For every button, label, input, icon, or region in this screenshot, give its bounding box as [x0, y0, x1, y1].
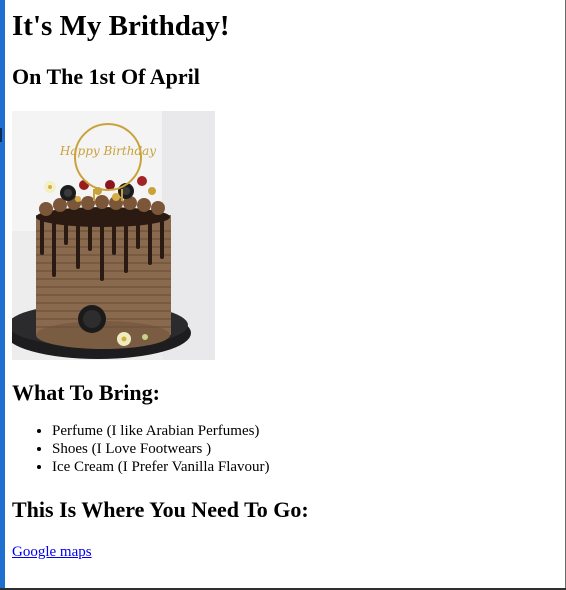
where-to-go-heading: This Is Where You Need To Go:	[12, 497, 309, 522]
cake-topper-text: Happy Birthday	[59, 144, 156, 158]
window-left-edge	[0, 0, 5, 590]
page-title: It's My Brithday!	[12, 10, 230, 42]
page-subtitle: On The 1st Of April	[12, 64, 200, 89]
list-item: Perfume (I like Arabian Perfumes)	[52, 422, 557, 440]
list-item: Ice Cream (I Prefer Vanilla Flavour)	[52, 458, 557, 476]
browser-page: It's My Brithday! On The 1st Of April Ha…	[0, 0, 566, 590]
page-content: It's My Brithday! On The 1st Of April Ha…	[12, 0, 557, 561]
google-maps-link[interactable]: Google maps	[12, 543, 92, 561]
list-item: Shoes (I Love Footwears )	[52, 440, 557, 458]
what-to-bring-heading: What To Bring:	[12, 380, 160, 405]
bring-list: Perfume (I like Arabian Perfumes) Shoes …	[12, 422, 557, 476]
birthday-cake-image: Happy Birthday	[12, 111, 215, 360]
window-left-edge-marker	[0, 128, 2, 142]
